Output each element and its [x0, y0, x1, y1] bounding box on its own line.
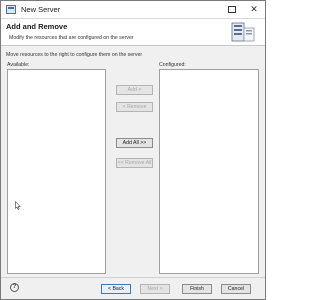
remove-all-button[interactable]: << Remove All [116, 158, 153, 168]
add-button[interactable]: Add > [116, 85, 153, 95]
maximize-icon [228, 6, 236, 13]
back-button[interactable]: < Back [101, 284, 131, 294]
maximize-button[interactable] [221, 1, 243, 18]
configured-label: Configured: [159, 62, 186, 68]
finish-button[interactable]: Finish [182, 284, 212, 294]
page-title: Add and Remove [6, 22, 68, 31]
server-wizard-graphic [231, 22, 255, 42]
remove-button[interactable]: < Remove [116, 102, 153, 112]
title-bar[interactable]: New Server ✕ [1, 1, 265, 19]
next-button[interactable]: Next > [140, 284, 170, 294]
help-icon[interactable]: ? [10, 283, 19, 292]
window-title: New Server [21, 5, 61, 14]
new-server-dialog: New Server ✕ Add and Remove Modify the r… [0, 0, 266, 300]
page-description: Modify the resources that are configured… [9, 35, 134, 41]
available-list[interactable] [7, 69, 106, 274]
configured-list[interactable] [159, 69, 259, 274]
footer-separator [1, 277, 265, 278]
server-wizard-icon [6, 5, 16, 14]
instruction-text: Move resources to the right to configure… [6, 52, 143, 58]
mouse-cursor-icon [15, 201, 21, 210]
close-icon: ✕ [250, 4, 258, 14]
wizard-header: Add and Remove Modify the resources that… [1, 19, 265, 46]
available-label: Available: [7, 62, 30, 68]
cancel-button[interactable]: Cancel [221, 284, 251, 294]
close-button[interactable]: ✕ [243, 1, 265, 18]
add-all-button[interactable]: Add All >> [116, 138, 153, 148]
